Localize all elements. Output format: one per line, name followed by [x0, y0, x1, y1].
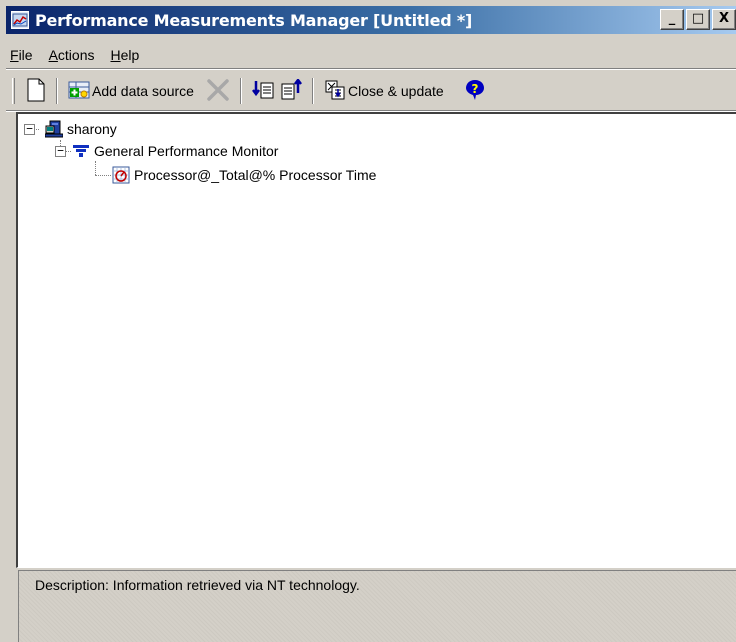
description-text: Description: Information retrieved via N… — [35, 577, 360, 593]
collapse-icon[interactable]: − — [24, 123, 35, 135]
tree-node-root-label: sharony — [67, 121, 117, 137]
toolbar-grip[interactable] — [12, 78, 15, 104]
minimize-button[interactable]: _ — [660, 9, 684, 30]
add-data-source-label: Add data source — [92, 83, 194, 99]
menu-separator — [6, 68, 736, 70]
export-button[interactable] — [277, 77, 305, 105]
menu-actions[interactable]: Actions — [49, 47, 95, 63]
tree-view[interactable]: − sharony − General Performance Monitor … — [16, 112, 736, 568]
close-update-icon — [324, 79, 346, 104]
export-icon — [280, 77, 302, 104]
svg-text:?: ? — [471, 82, 478, 96]
maximize-button[interactable]: □ — [686, 9, 710, 30]
new-button[interactable] — [23, 77, 49, 105]
menu-file-mnemonic: F — [10, 47, 19, 63]
menu-actions-mnemonic: A — [48, 47, 58, 63]
app-icon[interactable] — [11, 11, 29, 29]
tree-node-monitor-label: General Performance Monitor — [94, 143, 279, 159]
delete-x-icon — [206, 78, 230, 105]
window-title: Performance Measurements Manager [Untitl… — [35, 10, 473, 30]
title-bar[interactable]: Performance Measurements Manager [Untitl… — [6, 6, 736, 34]
toolbar-separator — [311, 78, 314, 104]
toolbar-separator — [239, 78, 242, 104]
close-update-label: Close & update — [347, 83, 444, 99]
collapse-icon[interactable]: − — [55, 145, 66, 157]
tree-connector — [95, 161, 96, 175]
tree-node-counter[interactable]: Processor@_Total@% Processor Time — [110, 165, 376, 185]
tree-node-counter-label: Processor@_Total@% Processor Time — [134, 167, 377, 183]
menu-help[interactable]: Help — [111, 47, 140, 63]
tree-connector — [95, 175, 111, 176]
tree-node-monitor[interactable]: − General Performance Monitor — [55, 141, 278, 161]
menu-bar: File Actions Help — [6, 44, 151, 66]
computer-icon — [44, 120, 64, 138]
counter-chart-icon — [112, 166, 130, 184]
menu-help-mnemonic: H — [110, 47, 121, 63]
toolbar-separator — [56, 78, 58, 104]
menu-actions-label: ctions — [57, 47, 95, 63]
add-data-source-icon — [68, 80, 90, 103]
monitor-filter-icon — [72, 142, 90, 160]
description-panel: Description: Information retrieved via N… — [18, 570, 736, 642]
menu-help-label: elp — [120, 47, 140, 63]
tree-node-root[interactable]: − sharony — [24, 119, 117, 139]
menu-file-label: ile — [18, 47, 33, 63]
help-icon: ? — [464, 79, 486, 104]
new-document-icon — [26, 78, 46, 105]
toolbar: Add data source Close & update ? — [12, 74, 489, 108]
import-icon — [251, 79, 274, 104]
add-data-source-button[interactable]: Add data source — [65, 77, 197, 105]
menu-file[interactable]: File — [10, 47, 33, 63]
close-button[interactable]: X — [712, 9, 736, 30]
help-button[interactable]: ? — [461, 77, 489, 105]
import-button[interactable] — [249, 77, 277, 105]
close-update-button[interactable]: Close & update — [321, 77, 447, 105]
app-window: Performance Measurements Manager [Untitl… — [0, 0, 736, 642]
delete-button[interactable] — [203, 77, 233, 105]
